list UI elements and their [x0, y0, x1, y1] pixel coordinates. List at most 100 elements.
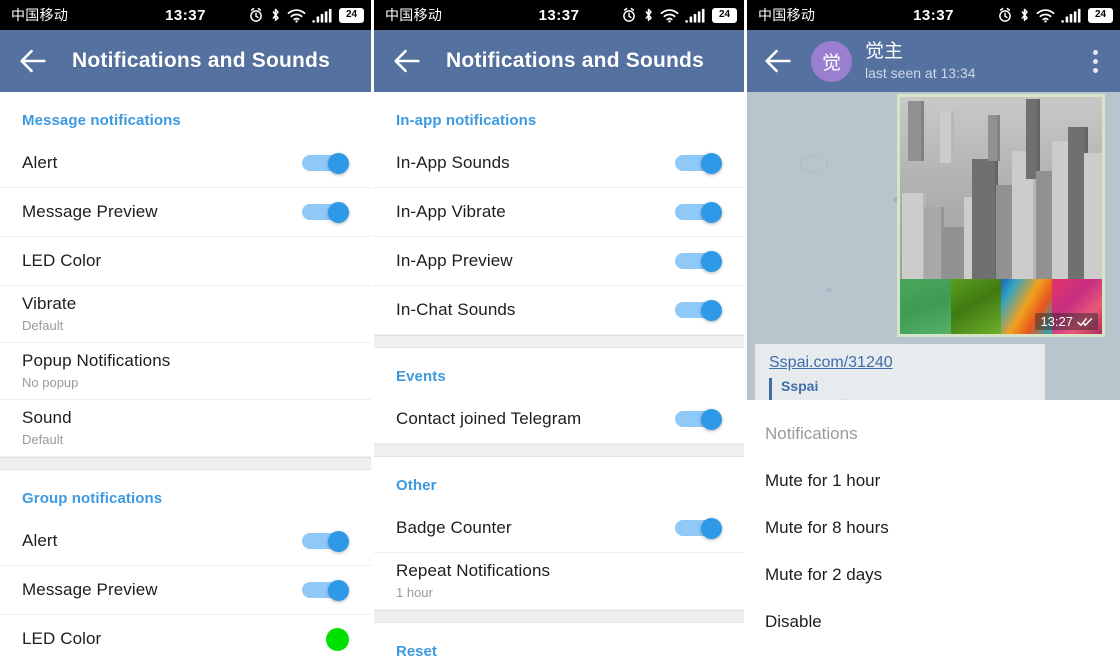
- settings-row-repeat-notifications[interactable]: Repeat Notifications 1 hour: [374, 553, 744, 610]
- wifi-icon: [1036, 8, 1055, 23]
- page-title: Notifications and Sounds: [446, 49, 704, 72]
- section-header: In-app notifications: [396, 112, 537, 129]
- section-header: Events: [396, 368, 446, 385]
- settings-row-group-led-color[interactable]: LED Color: [0, 615, 371, 661]
- status-icons: 24: [997, 7, 1113, 24]
- row-label: In-App Vibrate: [396, 202, 506, 221]
- signal-bars-icon: [312, 8, 332, 23]
- row-label: In-Chat Sounds: [396, 300, 516, 319]
- overflow-menu-icon[interactable]: [1093, 49, 1098, 73]
- status-bar: 中国移动 13:37 24: [0, 0, 371, 30]
- row-label: In-App Sounds: [396, 153, 510, 172]
- double-check-icon: [1077, 317, 1093, 326]
- link-preview-message[interactable]: Sspai.com/31240 Sspai 后來茫然的你：如何优雅地退出苹果 P…: [755, 344, 1045, 402]
- contact-status: last seen at 13:34: [865, 65, 976, 81]
- toggle-contact-joined[interactable]: [675, 409, 722, 430]
- status-bar: 中国移动 13:37 24: [374, 0, 744, 30]
- battery-level: 24: [718, 9, 731, 20]
- sheet-item-mute-8-hours[interactable]: Mute for 8 hours: [765, 491, 1102, 538]
- settings-row-in-app-preview[interactable]: In-App Preview: [374, 237, 744, 286]
- alarm-clock-icon: [250, 7, 262, 22]
- settings-row-badge-counter[interactable]: Badge Counter: [374, 504, 744, 553]
- thumbnail-4: 13:27: [1035, 279, 1102, 334]
- settings-row-group-message-preview[interactable]: Message Preview: [0, 566, 371, 615]
- status-bar: 中国移动 13:37 24: [747, 0, 1120, 30]
- screenshot-strip: 中国移动 13:37 24 Notifications and Sounds M…: [0, 0, 1120, 661]
- section-header: Other: [396, 477, 437, 494]
- settings-row-led-color[interactable]: LED Color: [0, 237, 371, 286]
- back-arrow-icon[interactable]: [761, 44, 795, 78]
- chat-app-bar: 觉 觉主 last seen at 13:34: [747, 30, 1120, 92]
- link-url[interactable]: Sspai.com/31240: [769, 354, 1031, 372]
- thumbnail-2: [950, 279, 1001, 334]
- battery-icon: 24: [712, 7, 737, 23]
- toggle-in-chat-sounds[interactable]: [675, 300, 722, 321]
- section-divider: [374, 335, 744, 348]
- settings-row-alert[interactable]: Alert: [0, 139, 371, 188]
- avatar[interactable]: 觉: [811, 40, 852, 82]
- toggle-in-app-vibrate[interactable]: [675, 202, 722, 223]
- phone-screen-1: 中国移动 13:37 24 Notifications and Sounds M…: [0, 0, 371, 661]
- settings-row-in-app-sounds[interactable]: In-App Sounds: [374, 139, 744, 188]
- toggle-in-app-preview[interactable]: [675, 251, 722, 272]
- settings-row-in-app-vibrate[interactable]: In-App Vibrate: [374, 188, 744, 237]
- bluetooth-icon: [1021, 8, 1028, 21]
- settings-row-in-chat-sounds[interactable]: In-Chat Sounds: [374, 286, 744, 335]
- phone-screen-3: 中国移动 13:37 24 觉 觉主 last seen at 13:34 13…: [747, 0, 1120, 661]
- settings-row-vibrate[interactable]: Vibrate Default: [0, 286, 371, 343]
- alarm-clock-icon: [623, 7, 635, 22]
- timestamp-text: 13:27: [1040, 314, 1073, 329]
- toggle-in-app-sounds[interactable]: [675, 153, 722, 174]
- row-subtitle: 1 hour: [396, 585, 433, 600]
- settings-row-sound[interactable]: Sound Default: [0, 400, 371, 457]
- row-label: In-App Preview: [396, 251, 513, 270]
- row-label: LED Color: [22, 251, 102, 270]
- battery-icon: 24: [339, 7, 364, 23]
- photo-message[interactable]: 13:27: [897, 94, 1105, 337]
- section-header: Message notifications: [22, 112, 181, 129]
- row-label: Message Preview: [22, 580, 158, 599]
- wifi-icon: [287, 8, 306, 23]
- chat-title-group[interactable]: 觉主 last seen at 13:34: [865, 40, 976, 82]
- page-title: Notifications and Sounds: [72, 49, 330, 72]
- row-label: Sound: [22, 408, 72, 427]
- section-header: Group notifications: [22, 490, 163, 507]
- settings-list-1: Message notifications Alert Message Prev…: [0, 92, 371, 661]
- back-arrow-icon[interactable]: [390, 44, 424, 78]
- chat-body: 13:27 Sspai.com/31240 Sspai 后來茫然的你：如何优雅地…: [747, 92, 1120, 661]
- wifi-icon: [660, 8, 679, 23]
- settings-row-popup-notifications[interactable]: Popup Notifications No popup: [0, 343, 371, 400]
- row-subtitle: Default: [22, 432, 64, 447]
- toggle-group-alert[interactable]: [302, 531, 349, 552]
- row-label: Alert: [22, 531, 58, 550]
- settings-row-message-preview[interactable]: Message Preview: [0, 188, 371, 237]
- row-label: Vibrate: [22, 294, 77, 313]
- row-label: Contact joined Telegram: [396, 409, 582, 428]
- section-divider: [374, 610, 744, 623]
- row-label: LED Color: [22, 629, 102, 648]
- toggle-badge-counter[interactable]: [675, 518, 722, 539]
- signal-bars-icon: [685, 8, 705, 23]
- sheet-title: Notifications: [765, 424, 858, 443]
- sheet-item-mute-1-hour[interactable]: Mute for 1 hour: [765, 444, 1102, 491]
- row-subtitle: Default: [22, 318, 64, 333]
- led-color-swatch[interactable]: [326, 627, 349, 651]
- toggle-group-message-preview[interactable]: [302, 580, 349, 601]
- row-label: Alert: [22, 153, 58, 172]
- notifications-bottom-sheet: Notifications Mute for 1 hour Mute for 8…: [747, 400, 1120, 661]
- toggle-alert[interactable]: [302, 153, 349, 174]
- back-arrow-icon[interactable]: [16, 44, 50, 78]
- battery-level: 24: [345, 9, 358, 20]
- sheet-item-mute-2-days[interactable]: Mute for 2 days: [765, 538, 1102, 585]
- link-preview-body: Sspai 后來茫然的你：如何优雅地退出苹果 Public Beta: [769, 378, 1031, 402]
- toggle-message-preview[interactable]: [302, 202, 349, 223]
- row-label: Popup Notifications: [22, 351, 171, 370]
- battery-icon: 24: [1088, 7, 1113, 23]
- row-subtitle: No popup: [22, 375, 79, 390]
- row-label: Badge Counter: [396, 518, 512, 537]
- settings-row-contact-joined[interactable]: Contact joined Telegram: [374, 395, 744, 444]
- sheet-item-disable[interactable]: Disable: [765, 585, 1102, 632]
- battery-level: 24: [1094, 9, 1107, 20]
- reset-button[interactable]: Reset: [374, 623, 744, 661]
- settings-row-group-alert[interactable]: Alert: [0, 517, 371, 566]
